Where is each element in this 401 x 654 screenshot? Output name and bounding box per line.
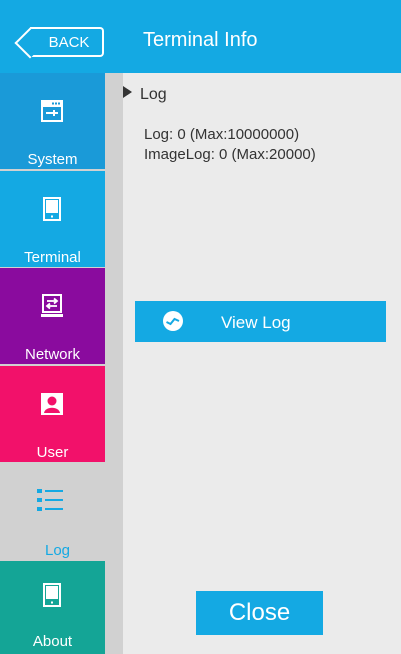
chart-line-icon: [163, 311, 183, 331]
close-label: Close: [228, 599, 291, 626]
back-button-label: BACK: [48, 33, 90, 51]
log-count: Log: 0 (Max:10000000): [144, 126, 300, 143]
user-icon: [41, 393, 63, 415]
view-log-button[interactable]: View Log: [135, 301, 386, 342]
header-bar: BACK Terminal Info: [0, 0, 401, 73]
sidebar-item-label: System: [27, 151, 78, 168]
triangle-right-icon: [123, 86, 132, 98]
sidebar-item-network[interactable]: Network: [0, 268, 105, 364]
view-log-label: View Log: [221, 313, 291, 332]
log-list-icon: [37, 489, 63, 511]
close-button[interactable]: Close: [196, 591, 323, 635]
sidebar-item-label: Network: [24, 346, 80, 363]
network-icon: [41, 294, 63, 317]
sidebar-item-terminal[interactable]: Terminal: [0, 171, 105, 267]
system-icon: [41, 100, 63, 122]
sidebar-item-about[interactable]: About: [0, 561, 105, 654]
section-title: Log: [140, 86, 167, 103]
sidebar-item-label: Terminal: [24, 249, 81, 266]
terminal-icon: [43, 197, 61, 221]
sidebar-item-system[interactable]: System: [0, 73, 105, 169]
section-header: Log: [123, 86, 167, 104]
back-button[interactable]: BACK: [30, 27, 104, 57]
about-icon: [43, 583, 61, 607]
page-title: Terminal Info: [143, 29, 258, 51]
sidebar-item-label: User: [36, 444, 69, 461]
imagelog-count: ImageLog: 0 (Max:20000): [144, 146, 316, 163]
sidebar-item-log[interactable]: Log: [0, 464, 123, 560]
sidebar-item-label: About: [32, 633, 73, 650]
sidebar-item-user[interactable]: User: [0, 366, 105, 462]
sidebar-item-label: Log: [44, 542, 71, 559]
